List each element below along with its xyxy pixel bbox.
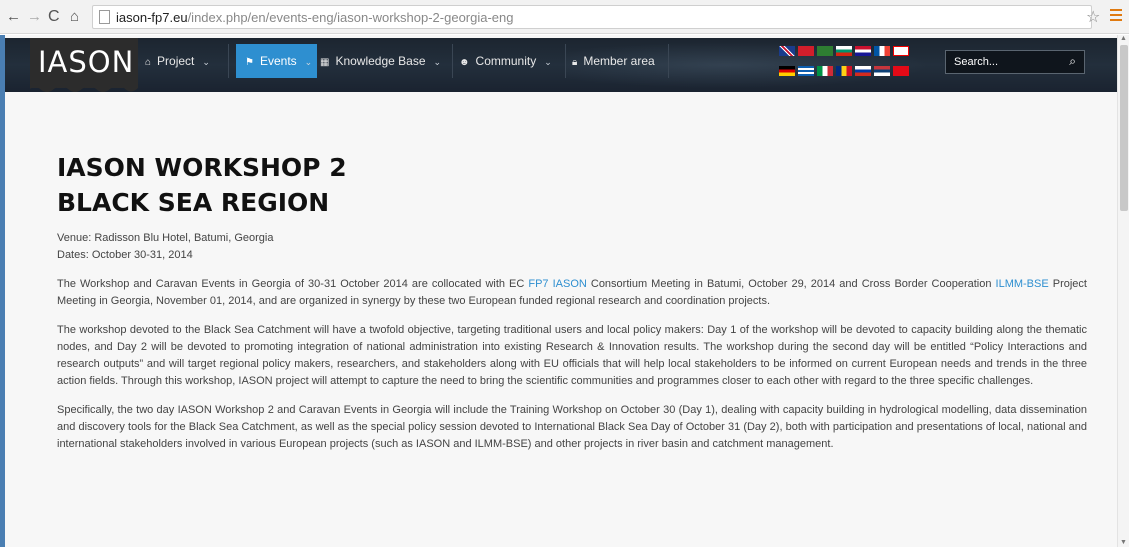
article: IASON WORKSHOP 2 BLACK SEA REGION Venue:… xyxy=(57,150,1087,453)
flag-icon-gr[interactable] xyxy=(798,66,814,76)
paragraph-intro: The Workshop and Caravan Events in Georg… xyxy=(57,276,1087,310)
ilmm-bse-link[interactable]: ILMM-BSE xyxy=(996,278,1049,290)
logo-wave-edge xyxy=(30,85,138,92)
search-input[interactable] xyxy=(954,53,1054,71)
scrollbar-thumb[interactable] xyxy=(1120,45,1128,211)
title-line-1: IASON WORKSHOP 2 xyxy=(57,153,347,182)
nav-divider xyxy=(228,44,229,78)
flag-icon-ge[interactable] xyxy=(893,46,909,56)
nav-community[interactable]: ☻ Community ⌄ xyxy=(459,44,552,78)
scroll-down-icon[interactable]: ▼ xyxy=(1120,539,1127,546)
scroll-up-icon[interactable]: ▲ xyxy=(1120,35,1127,42)
flag-icon-rs[interactable] xyxy=(874,66,890,76)
flag-icon-it[interactable] xyxy=(817,66,833,76)
nav-divider xyxy=(452,44,453,78)
site-search: ⌕ xyxy=(945,50,1085,74)
flag-icon: ⚑ xyxy=(245,57,254,68)
nav-member-area[interactable]: 🔒︎ Member area xyxy=(572,44,655,78)
flag-icon-ru[interactable] xyxy=(855,66,871,76)
flag-icon-al[interactable] xyxy=(798,46,814,56)
flag-icon-fr[interactable] xyxy=(874,46,890,56)
intro-text-a: The Workshop and Caravan Events in Georg… xyxy=(57,278,529,290)
flag-icon-eg[interactable] xyxy=(817,46,833,56)
browser-menu-icon[interactable] xyxy=(1110,9,1122,24)
logo-text: IASON xyxy=(38,45,135,79)
url-host: iason-fp7.eu xyxy=(116,10,188,25)
home-icon[interactable]: ⌂ xyxy=(70,8,79,26)
nav-knowledge-base-label: Knowledge Base xyxy=(335,54,426,68)
flag-icon-hr[interactable] xyxy=(855,46,871,56)
flag-icon-en[interactable] xyxy=(779,46,795,56)
lock-icon: 🔒︎ xyxy=(572,57,578,68)
page-icon xyxy=(99,10,110,24)
page-title: IASON WORKSHOP 2 BLACK SEA REGION xyxy=(57,150,1087,220)
chevron-down-icon: ⌄ xyxy=(202,57,210,67)
reload-icon[interactable]: C xyxy=(48,8,60,26)
home-icon: ⌂ xyxy=(145,57,152,68)
left-accent-bar xyxy=(0,35,5,547)
search-icon[interactable]: ⌕ xyxy=(1069,54,1076,69)
nav-member-area-label: Member area xyxy=(583,54,655,68)
grid-icon: ▦ xyxy=(320,57,330,68)
forward-arrow-icon[interactable]: → xyxy=(27,8,42,26)
paragraph-details: Specifically, the two day IASON Workshop… xyxy=(57,404,1087,450)
nav-project[interactable]: ⌂ Project ⌄ xyxy=(145,44,210,78)
nav-divider xyxy=(668,44,669,78)
chevron-down-icon: ⌄ xyxy=(304,57,313,67)
flag-icon-de[interactable] xyxy=(779,66,795,76)
event-meta: Venue: Radisson Blu Hotel, Batumi, Georg… xyxy=(57,230,1087,264)
vertical-scrollbar[interactable]: ▲ ▼ xyxy=(1117,35,1129,547)
address-url[interactable]: iason-fp7.eu/index.php/en/events-eng/ias… xyxy=(116,10,514,25)
intro-text-b: Consortium Meeting in Batumi, October 29… xyxy=(586,278,996,290)
nav-divider xyxy=(565,44,566,78)
chevron-down-icon: ⌄ xyxy=(544,57,552,67)
users-icon: ☻ xyxy=(459,57,470,68)
event-dates: Dates: October 30-31, 2014 xyxy=(57,249,193,261)
fp7-iason-link[interactable]: FP7 IASON xyxy=(528,278,586,290)
nav-project-label: Project xyxy=(157,54,195,68)
nav-knowledge-base[interactable]: ▦ Knowledge Base ⌄ xyxy=(320,44,441,78)
browser-toolbar: ← → C ⌂ iason-fp7.eu/index.php/en/events… xyxy=(0,0,1129,34)
nav-events-label: Events xyxy=(259,54,297,68)
nav-events[interactable]: ⚑ Events ⌄ xyxy=(236,44,317,78)
bookmark-star-icon[interactable]: ☆ xyxy=(1086,7,1100,27)
flag-icon-bg[interactable] xyxy=(836,46,852,56)
language-flags xyxy=(779,46,919,82)
url-path: /index.php/en/events-eng/iason-workshop-… xyxy=(187,10,514,25)
flag-icon-tr[interactable] xyxy=(893,66,909,76)
back-arrow-icon[interactable]: ← xyxy=(6,8,21,26)
address-bar[interactable]: iason-fp7.eu/index.php/en/events-eng/ias… xyxy=(92,5,1092,29)
nav-community-label: Community xyxy=(475,54,537,68)
chevron-down-icon: ⌄ xyxy=(433,57,442,67)
flag-icon-ro[interactable] xyxy=(836,66,852,76)
event-venue: Venue: Radisson Blu Hotel, Batumi, Georg… xyxy=(57,232,274,244)
site-logo[interactable]: IASON xyxy=(30,38,138,92)
paragraph-objectives: The workshop devoted to the Black Sea Ca… xyxy=(57,324,1087,387)
title-line-2: BLACK SEA REGION xyxy=(57,188,330,217)
